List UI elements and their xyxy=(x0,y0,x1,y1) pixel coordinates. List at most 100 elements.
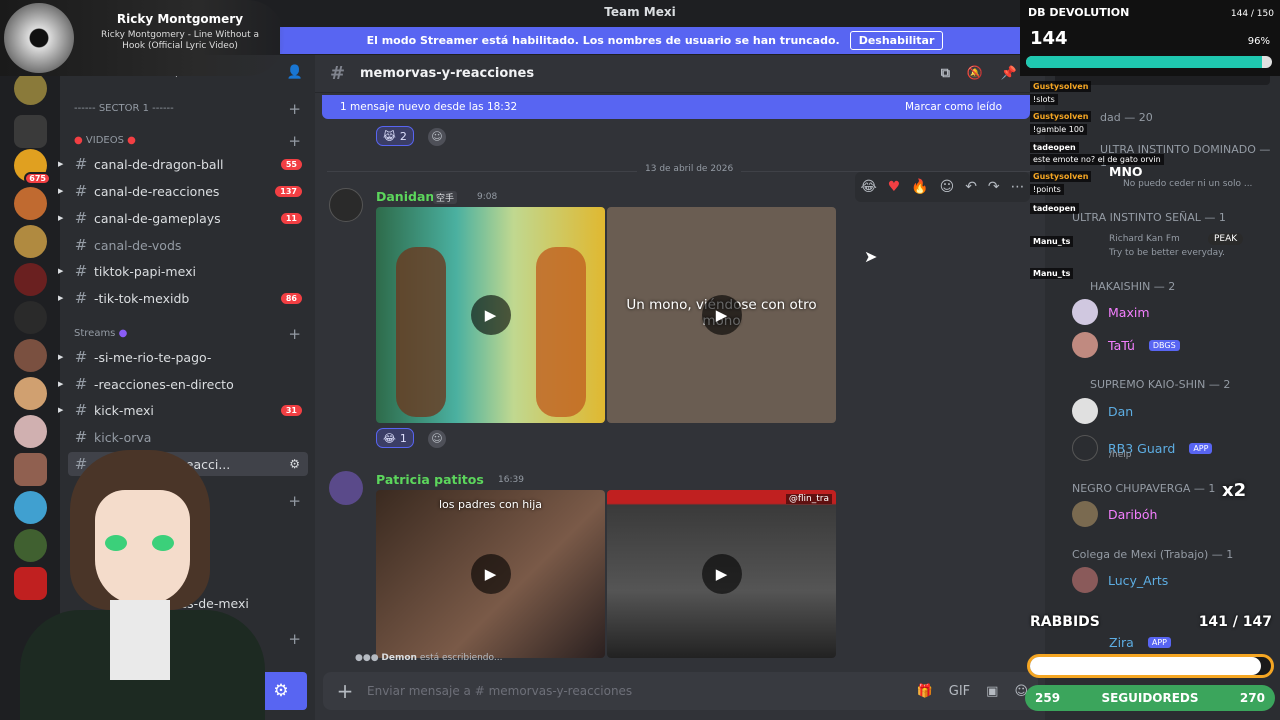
gift-icon[interactable]: 🎁 xyxy=(917,684,933,699)
video-attachment[interactable]: @flin_tra ▶ xyxy=(607,490,836,658)
hash-icon: # xyxy=(74,182,88,200)
goal2-title: RABBIDS xyxy=(1030,614,1100,630)
disable-streamer-button[interactable]: Deshabilitar xyxy=(849,31,944,50)
reaction-count: 2 xyxy=(399,129,407,143)
channel-gameplays[interactable]: ▶ # canal-de-gameplays 11 xyxy=(58,206,308,230)
now-playing-title: Ricky Montgomery xyxy=(116,12,244,26)
hash-icon: # xyxy=(74,375,88,393)
server-icon[interactable]: 675 xyxy=(14,149,51,185)
avatar xyxy=(1072,398,1098,424)
add-channel-icon[interactable]: + xyxy=(288,100,301,118)
forward-icon[interactable]: ↷ xyxy=(988,179,1000,195)
member-item[interactable]: TaTú DBGS xyxy=(1072,329,1180,361)
add-channel-icon[interactable]: + xyxy=(288,325,301,343)
hash-icon: # xyxy=(74,289,88,307)
play-icon[interactable]: ▶ xyxy=(470,295,511,335)
figure-shape xyxy=(536,247,586,417)
reaction-count: 1 xyxy=(399,431,407,445)
chat-line: Manu_ts xyxy=(1030,268,1074,279)
pin-icon[interactable]: 📌 xyxy=(1001,66,1017,81)
laugh-emoji-icon[interactable]: 😂 xyxy=(860,179,876,195)
goal-title: DB DEVOLUTION xyxy=(1028,6,1130,19)
add-reaction-icon[interactable]: ☺ xyxy=(428,128,446,146)
app-tag: APP xyxy=(1189,442,1213,454)
server-icon[interactable] xyxy=(14,115,47,148)
reaction-chip[interactable]: 😂 1 xyxy=(376,428,414,448)
server-icon[interactable] xyxy=(14,263,47,296)
add-channel-icon[interactable]: + xyxy=(288,492,301,510)
threads-icon[interactable]: ⧉ xyxy=(941,66,950,81)
gear-icon[interactable]: ⚙ xyxy=(289,457,300,471)
reply-icon[interactable]: ↶ xyxy=(965,179,977,195)
mute-icon[interactable]: 🔕 xyxy=(967,66,983,81)
add-channel-icon[interactable]: + xyxy=(288,630,301,648)
typing-text: está escribiendo... xyxy=(419,653,503,663)
member-item[interactable]: Lucy_Arts xyxy=(1072,564,1168,596)
unread-dot: ▶ xyxy=(58,187,64,195)
message-author[interactable]: Danidani xyxy=(376,189,439,204)
video-attachment[interactable]: ▶ xyxy=(376,207,605,423)
server-icon[interactable] xyxy=(14,377,47,410)
laugh-emoji-icon: 😂 xyxy=(383,431,396,445)
mark-read-button[interactable]: Marcar como leído xyxy=(905,101,1002,113)
video-attachment[interactable]: Un mono, viéndose con otro mono ▶ xyxy=(607,207,836,423)
reaction-chip[interactable]: 😹 2 xyxy=(376,126,414,146)
server-icon[interactable] xyxy=(14,225,47,258)
chat-line: tadeopen xyxy=(1030,142,1079,153)
attach-plus-icon[interactable]: + xyxy=(323,679,367,703)
goal2-ratio: 141 / 147 xyxy=(1198,614,1272,630)
message-composer[interactable]: + Enviar mensaje a # memorvas-y-reaccion… xyxy=(323,672,1038,710)
member-item[interactable]: Maxim xyxy=(1072,296,1150,328)
message-author[interactable]: Patricia patitos xyxy=(376,472,484,487)
mention-badge: 137 xyxy=(275,185,302,197)
category-videos[interactable]: ● VIDEOS ● xyxy=(74,135,136,146)
channel-label: -reacciones-en-directo xyxy=(94,376,234,392)
sticker-icon[interactable]: ▣ xyxy=(986,684,998,699)
window-title: Team Mexi xyxy=(604,5,676,19)
category-streams[interactable]: Streams ● xyxy=(74,328,127,339)
cat-emoji-icon: 😹 xyxy=(383,129,396,143)
channel-reacciones-directo[interactable]: ▶ # -reacciones-en-directo xyxy=(58,372,308,396)
server-icon[interactable] xyxy=(14,339,47,372)
unread-dot: ▶ xyxy=(58,294,64,302)
add-reaction-icon[interactable]: ☺ xyxy=(940,179,955,195)
play-icon[interactable]: ▶ xyxy=(701,554,742,594)
heart-icon[interactable]: ♥ xyxy=(888,179,901,195)
server-icon[interactable] xyxy=(14,301,47,334)
server-icon[interactable] xyxy=(14,72,47,105)
new-messages-bar[interactable]: 1 mensaje nuevo desde las 18:32 Marcar c… xyxy=(322,95,1030,119)
goal2-progress-fill xyxy=(1030,657,1262,675)
channel-vods[interactable]: # canal-de-vods xyxy=(68,233,308,257)
fire-icon[interactable]: 🔥 xyxy=(911,179,928,195)
member-item[interactable]: Dan xyxy=(1072,395,1133,427)
channel-tik-tok-mexidb[interactable]: ▶ # -tik-tok-mexidb 86 xyxy=(58,286,308,310)
streamer-text: El modo Streamer está habilitado. Los no… xyxy=(366,34,840,47)
member-item[interactable]: RB3 Guard APP xyxy=(1072,432,1213,464)
category-label: VIDEOS xyxy=(85,135,124,146)
server-icon[interactable] xyxy=(14,187,47,220)
channel-kick-mexi[interactable]: ▶ # kick-mexi 31 xyxy=(58,398,308,422)
eye-shape xyxy=(152,535,174,551)
avatar[interactable] xyxy=(329,188,363,222)
chat-line: Manu_ts xyxy=(1030,236,1074,247)
chat-msg: este emote no? el de gato orvin xyxy=(1033,155,1161,164)
chat-user: Manu_ts xyxy=(1033,237,1071,246)
channel-tiktok-papi[interactable]: ▶ # tiktok-papi-mexi xyxy=(58,259,308,283)
gif-icon[interactable]: GIF xyxy=(949,684,970,699)
channel-dragon-ball[interactable]: ▶ # canal-de-dragon-ball 55 xyxy=(58,152,308,176)
video-attachment[interactable]: los padres con hija ▶ xyxy=(376,490,605,658)
add-channel-icon[interactable]: + xyxy=(288,132,301,150)
play-icon[interactable]: ▶ xyxy=(701,295,742,335)
add-reaction-icon[interactable]: ☺ xyxy=(428,430,446,448)
composer-placeholder[interactable]: Enviar mensaje a # memorvas-y-reacciones xyxy=(367,684,632,698)
play-icon[interactable]: ▶ xyxy=(470,554,511,594)
channel-label: canal-de-vods xyxy=(94,237,182,253)
category-sector[interactable]: ------ SECTOR 1 ------ xyxy=(74,103,174,114)
more-icon[interactable]: ⋯ xyxy=(1011,179,1025,195)
channel-reacciones[interactable]: ▶ # canal-de-reacciones 137 xyxy=(58,179,308,203)
channel-si-me-rio[interactable]: ▶ # -si-me-rio-te-pago- xyxy=(58,345,308,369)
avatar[interactable] xyxy=(329,471,363,505)
add-member-icon[interactable]: 👤 xyxy=(287,65,303,80)
multiplier-label: x2 xyxy=(1222,480,1247,501)
member-item[interactable]: Daribóh xyxy=(1072,498,1157,530)
